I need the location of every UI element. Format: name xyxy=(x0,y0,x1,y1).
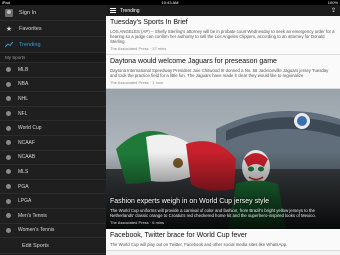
sidebar-item-sport[interactable]: NCAAB xyxy=(0,151,106,166)
sidebar-item-label: LPGA xyxy=(18,198,32,205)
sidebar-item-sport[interactable]: Women's Tennis xyxy=(0,224,106,239)
story-title: Facebook, Twitter brace for World Cup fe… xyxy=(110,232,248,240)
sidebar-item-label: Men's Tennis xyxy=(18,212,47,219)
story-meta: The Associated Press · 1 hour xyxy=(110,80,164,86)
page-title: Trending xyxy=(120,7,140,14)
sidebar-item-trending[interactable]: Trending xyxy=(0,37,106,53)
sport-icon xyxy=(5,110,12,117)
sidebar-item-label: PGA xyxy=(18,183,29,190)
sport-icon xyxy=(5,66,12,73)
story-card[interactable]: Tuesday's Sports In Brief LOS ANGELES (A… xyxy=(106,16,340,56)
sport-icon xyxy=(5,198,12,205)
avatar-icon xyxy=(5,8,13,17)
sidebar-item-label: Trending xyxy=(19,41,41,48)
story-summary: Daytona International Speedway President… xyxy=(110,67,329,79)
sidebar-item-label: NBA xyxy=(18,81,29,88)
sidebar-item-sport[interactable]: LPGA xyxy=(0,194,106,209)
sport-icon xyxy=(5,154,12,161)
sidebar-item-sport[interactable]: MLB xyxy=(0,63,106,78)
sidebar: Sign In ★ Favorites Trending My Sports M… xyxy=(0,5,106,255)
story-summary: LOS ANGELES (AP) -- Shelly Sterling's at… xyxy=(110,28,335,45)
sidebar-item-sign-in[interactable]: Sign In xyxy=(0,5,106,21)
sport-icon xyxy=(5,125,12,132)
star-icon: ★ xyxy=(5,25,13,33)
sidebar-item-label: Favorites xyxy=(19,25,42,32)
share-icon[interactable]: ⇪ xyxy=(331,7,336,14)
top-bar: Trending ⇪ xyxy=(106,5,340,16)
story-summary: The World Cup uniforms will provide a ca… xyxy=(110,207,316,219)
sidebar-item-sport[interactable]: NCAAF xyxy=(0,136,106,151)
story-title: Tuesday's Sports In Brief xyxy=(110,19,188,26)
sport-icon xyxy=(5,81,12,88)
sidebar-item-sport[interactable]: NFL xyxy=(0,107,106,122)
sidebar-item-sport[interactable]: NHL xyxy=(0,92,106,107)
sport-icon xyxy=(5,212,12,219)
sidebar-item-label: NCAAB xyxy=(18,154,36,161)
story-summary: The World Cup will play out on Twitter, … xyxy=(110,241,288,247)
story-meta: The Associated Press · 6 mins xyxy=(110,220,165,226)
sports-list: MLB NBA NHL NFL World Cup NCAAF NCAAB MLS PGA LPG… xyxy=(0,63,106,239)
story-title: Daytona would welcome Jaguars for presea… xyxy=(110,58,277,66)
sidebar-item-sport[interactable]: World Cup xyxy=(0,121,106,136)
sidebar-item-label: Women's Tennis xyxy=(18,227,55,234)
story-meta: The Associated Press · 37 mins xyxy=(110,46,167,52)
story-card[interactable]: Daytona would welcome Jaguars for presea… xyxy=(106,55,340,90)
sidebar-item-sport[interactable]: MLS xyxy=(0,165,106,180)
sidebar-item-sport[interactable]: NBA xyxy=(0,78,106,93)
edit-sports-button[interactable]: Edit Sports xyxy=(0,238,106,255)
sidebar-item-favorites[interactable]: ★ Favorites xyxy=(0,21,106,37)
sport-icon xyxy=(5,183,12,190)
sidebar-item-sport[interactable]: Men's Tennis xyxy=(0,209,106,224)
edit-sports-label: Edit Sports xyxy=(22,242,49,249)
sidebar-item-label: NFL xyxy=(18,110,28,117)
trending-icon xyxy=(5,41,13,49)
sidebar-item-label: NHL xyxy=(18,95,29,102)
sidebar-item-label: NCAAF xyxy=(18,139,35,146)
sport-icon xyxy=(5,139,12,146)
sidebar-item-label: MLB xyxy=(18,66,29,73)
story-card[interactable]: Facebook, Twitter brace for World Cup fe… xyxy=(106,229,340,251)
hero-story[interactable]: Fashion experts weigh in on World Cup je… xyxy=(106,89,340,230)
sidebar-item-label: World Cup xyxy=(18,125,42,132)
sport-icon xyxy=(5,227,12,234)
my-sports-header: My Sports xyxy=(0,53,106,63)
sidebar-item-sport[interactable]: PGA xyxy=(0,180,106,195)
main-feed: Trending ⇪ Tuesday's Sports In Brief LOS… xyxy=(106,5,340,255)
hero-caption: Fashion experts weigh in on World Cup je… xyxy=(110,198,336,225)
sidebar-item-label: MLS xyxy=(18,168,29,175)
sidebar-item-label: Sign In xyxy=(19,9,37,16)
sport-icon xyxy=(5,168,12,175)
hamburger-icon[interactable] xyxy=(110,8,116,13)
sport-icon xyxy=(5,95,12,102)
story-title: Fashion experts weigh in on World Cup je… xyxy=(110,197,270,205)
